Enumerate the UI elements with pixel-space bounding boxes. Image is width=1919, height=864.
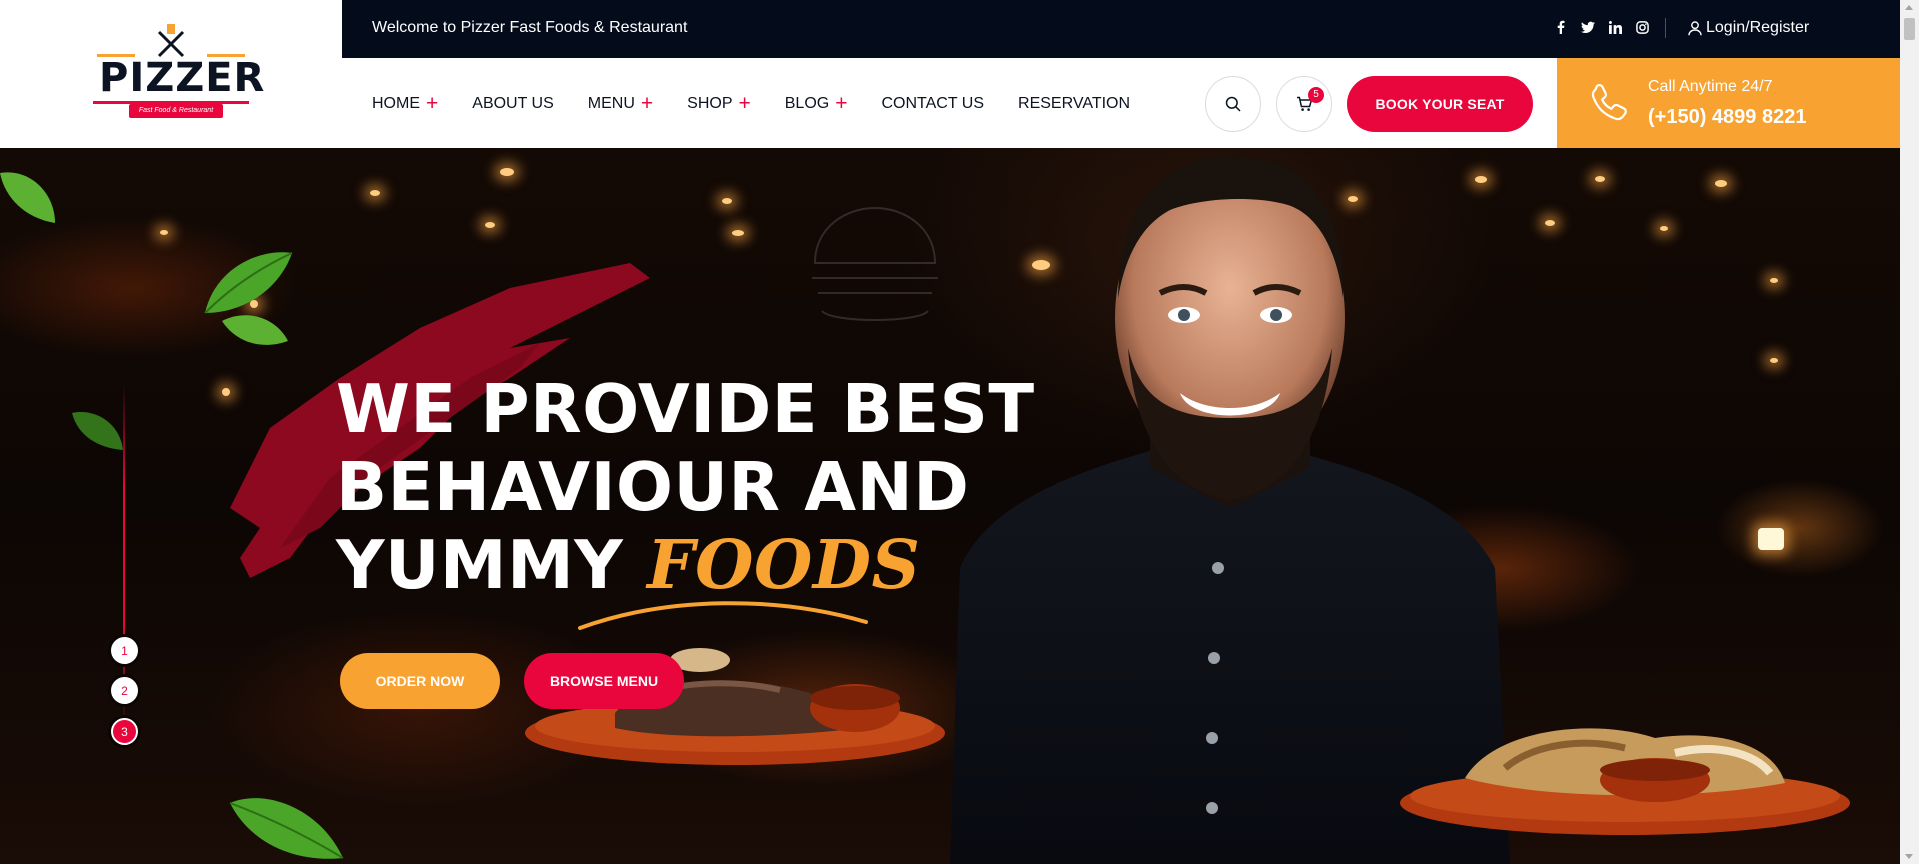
topbar-divider — [1665, 18, 1666, 38]
linkedin-icon[interactable] — [1608, 19, 1622, 35]
nav-item-menu[interactable]: MENU + — [587, 92, 654, 115]
food-plate-right — [1400, 728, 1850, 835]
nav-item-home[interactable]: HOME + — [372, 92, 439, 115]
nav-item-label: MENU — [587, 95, 635, 112]
twitter-icon[interactable] — [1581, 19, 1595, 35]
nav-menu: HOME + ABOUT US MENU + SHOP + BLOG + CON… — [372, 92, 1130, 115]
cart-button[interactable]: 5 — [1276, 76, 1332, 132]
logo-tagline: Fast Food & Restaurant — [129, 104, 223, 118]
slide-dot-2[interactable]: 2 — [111, 677, 138, 704]
order-now-button[interactable]: ORDER NOW — [340, 653, 500, 709]
slide-number: 2 — [121, 683, 128, 698]
headline-swoosh — [578, 601, 868, 630]
nav-item-label: SHOP — [687, 95, 733, 112]
nav-item-blog[interactable]: BLOG + — [784, 92, 848, 115]
phone-icon — [1591, 84, 1627, 121]
headline-line: YUMMY FOODS — [336, 525, 1035, 605]
main-nav: HOME + ABOUT US MENU + SHOP + BLOG + CON… — [342, 58, 1557, 148]
login-register-link[interactable]: Login/Register — [1688, 19, 1809, 37]
nav-item-label: HOME — [372, 95, 420, 112]
page-scrollbar[interactable] — [1900, 0, 1919, 864]
headline-line: WE PROVIDE BEST — [336, 370, 1035, 448]
nav-item-reservation[interactable]: RESERVATION — [1018, 95, 1130, 113]
call-box[interactable]: Call Anytime 24/7 (+150) 4899 8221 — [1557, 58, 1900, 148]
leaf-decoration — [204, 252, 293, 314]
search-icon — [1225, 96, 1241, 112]
hero-headline: WE PROVIDE BEST BEHAVIOUR AND YUMMY FOOD… — [336, 370, 1035, 604]
phone-number[interactable]: (+150) 4899 8221 — [1648, 106, 1806, 129]
social-links — [1554, 19, 1649, 35]
slider-pagination: 1 2 3 — [104, 383, 144, 745]
plus-icon: + — [738, 92, 751, 115]
leaf-decoration — [222, 315, 288, 345]
user-icon — [1688, 20, 1702, 35]
top-bar: Welcome to Pizzer Fast Foods & Restauran… — [342, 0, 1900, 58]
plus-icon: + — [426, 92, 439, 115]
cart-count-badge: 5 — [1308, 87, 1324, 103]
nav-item-label: ABOUT US — [472, 95, 554, 112]
login-label: Login/Register — [1706, 19, 1810, 36]
scroll-down-arrow-icon[interactable] — [1905, 854, 1913, 859]
nav-item-contact-us[interactable]: CONTACT US — [881, 95, 984, 113]
slide-dot-1[interactable]: 1 — [111, 637, 138, 664]
instagram-icon[interactable] — [1635, 19, 1649, 35]
leaf-decoration — [229, 798, 344, 859]
logo[interactable]: PIZZER Fast Food & Restaurant — [91, 24, 264, 124]
slide-number: 1 — [121, 643, 128, 658]
leaf-decoration — [0, 172, 55, 223]
facebook-icon[interactable] — [1554, 19, 1568, 35]
headline-accent-text: FOODS — [647, 525, 921, 604]
burger-outline-icon — [812, 206, 938, 321]
browse-menu-button[interactable]: BROWSE MENU — [524, 653, 684, 709]
hero-slider: WE PROVIDE BEST BEHAVIOUR AND YUMMY FOOD… — [0, 148, 1900, 864]
headline-line: BEHAVIOUR AND — [336, 448, 970, 526]
slide-dot-3[interactable]: 3 — [111, 718, 138, 745]
call-label: Call Anytime 24/7 — [1648, 78, 1773, 95]
plus-icon: + — [640, 92, 654, 115]
search-button[interactable] — [1205, 76, 1261, 132]
nav-item-label: CONTACT US — [881, 95, 985, 112]
slide-number: 3 — [121, 724, 128, 739]
headline-plain-text: YUMMY — [336, 526, 648, 604]
scroll-up-arrow-icon[interactable] — [1905, 5, 1913, 10]
logo-wordmark: PIZZER — [99, 55, 266, 101]
book-your-seat-button[interactable]: BOOK YOUR SEAT — [1347, 76, 1533, 132]
cutlery-icon — [157, 24, 185, 58]
nav-item-about-us[interactable]: ABOUT US — [472, 95, 554, 113]
nav-item-shop[interactable]: SHOP + — [687, 92, 751, 115]
welcome-text: Welcome to Pizzer Fast Foods & Restauran… — [372, 19, 688, 36]
scroll-thumb[interactable] — [1904, 18, 1915, 40]
logo-area[interactable]: PIZZER Fast Food & Restaurant — [0, 0, 342, 148]
plus-icon: + — [835, 92, 848, 115]
nav-item-label: RESERVATION — [1018, 95, 1131, 112]
nav-item-label: BLOG — [784, 95, 830, 112]
